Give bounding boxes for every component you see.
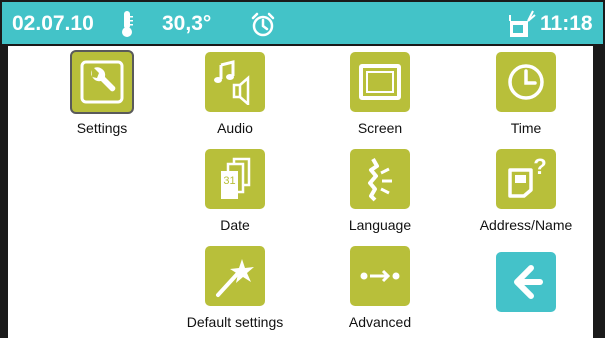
wrench-icon — [80, 60, 124, 104]
advanced-label: Advanced — [348, 314, 412, 330]
audio-label: Audio — [217, 120, 253, 136]
address-menu-item[interactable]: ? Address/Name — [466, 149, 586, 239]
advanced-menu-item[interactable]: Advanced — [320, 246, 440, 336]
dot-arrow-dot-icon — [360, 269, 400, 283]
calendar-pages-icon: 31 — [221, 157, 251, 199]
default-settings-menu-item[interactable]: Default settings — [175, 246, 295, 336]
date-label: Date — [220, 217, 250, 233]
settings-menu-panel: Settings Audio Screen Time 31 Date Langu… — [6, 46, 595, 338]
audio-menu-item[interactable]: Audio — [175, 52, 295, 142]
date-button[interactable]: 31 — [205, 149, 265, 209]
back-menu-item[interactable] — [466, 252, 586, 312]
status-temperature: 30,3° — [162, 12, 212, 35]
address-button[interactable]: ? — [496, 149, 556, 209]
settings-menu-item[interactable]: Settings — [42, 50, 162, 140]
status-bar: 02.07.10 30,3° 11:18 — [0, 0, 605, 46]
back-button[interactable] — [496, 252, 556, 312]
speaking-face-icon — [368, 158, 392, 202]
default-settings-label: Default settings — [186, 314, 284, 330]
settings-button[interactable] — [70, 50, 134, 114]
thermometer-icon — [120, 10, 134, 38]
time-menu-item[interactable]: Time — [466, 52, 586, 142]
advanced-button[interactable] — [350, 246, 410, 306]
clock-icon — [508, 64, 544, 100]
alarm-clock-icon — [249, 11, 277, 39]
settings-screen: 02.07.10 30,3° 11:18 Settings Audio Scre… — [0, 0, 605, 338]
status-time: 11:18 — [540, 12, 593, 35]
display-icon — [359, 64, 401, 100]
music-speaker-icon — [214, 60, 250, 105]
language-label: Language — [348, 217, 412, 233]
default-settings-button[interactable] — [205, 246, 265, 306]
screen-button[interactable] — [350, 52, 410, 112]
time-button[interactable] — [496, 52, 556, 112]
time-label: Time — [510, 120, 542, 136]
date-menu-item[interactable]: 31 Date — [175, 149, 295, 239]
address-label: Address/Name — [479, 217, 573, 233]
language-menu-item[interactable]: Language — [320, 149, 440, 239]
status-date: 02.07.10 — [12, 12, 94, 35]
calendar-day: 31 — [223, 175, 235, 187]
mailbox-icon — [506, 9, 536, 39]
svg-text:?: ? — [533, 156, 546, 179]
arrow-left-icon — [514, 265, 543, 299]
doorbell-question-icon: ? — [508, 156, 547, 198]
magic-wand-icon — [216, 259, 254, 297]
screen-menu-item[interactable]: Screen — [320, 52, 440, 142]
audio-button[interactable] — [205, 52, 265, 112]
language-button[interactable] — [350, 149, 410, 209]
screen-label: Screen — [357, 120, 403, 136]
